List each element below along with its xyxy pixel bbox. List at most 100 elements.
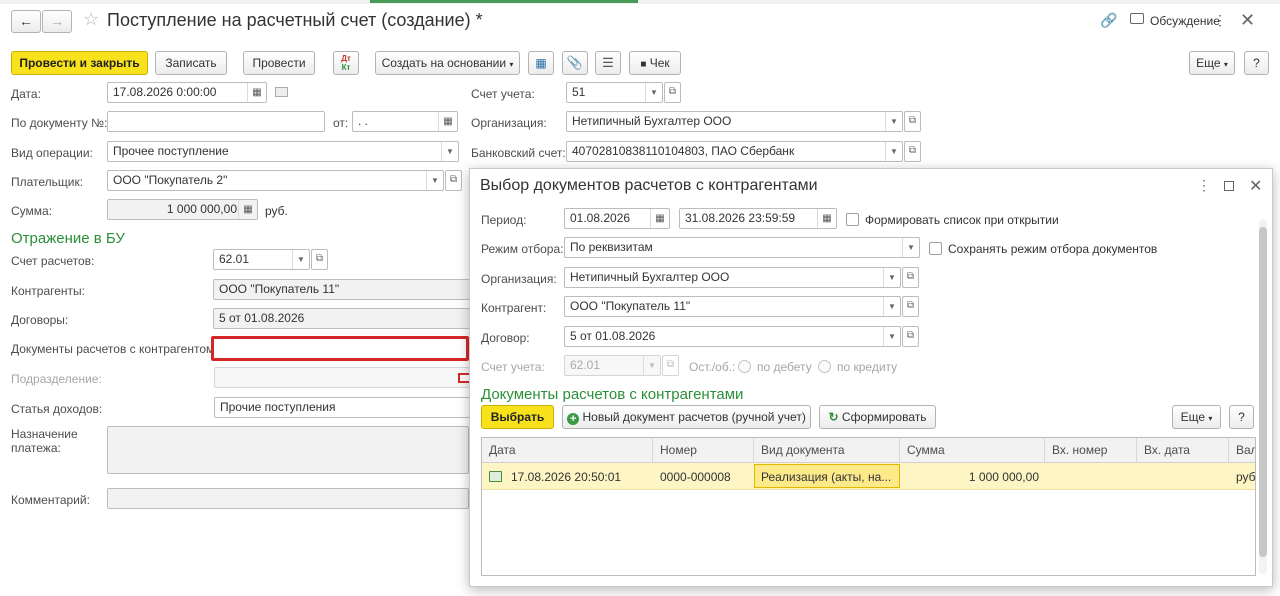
contract-open-icon[interactable]: ⧉ — [902, 326, 919, 347]
bank-account-open-icon[interactable]: ⧉ — [904, 141, 921, 162]
purpose-field[interactable] — [107, 426, 469, 474]
counterparty-field[interactable]: ООО "Покупатель 11" ▼ — [564, 296, 901, 317]
sum-value: 1 000 000,00 — [166, 202, 237, 216]
window-menu-icon[interactable]: ⋮ — [1213, 12, 1227, 29]
dialog-org-open-icon[interactable]: ⧉ — [902, 267, 919, 288]
account-open-icon[interactable]: ⧉ — [664, 82, 681, 103]
favorite-star-icon[interactable]: ☆ — [83, 9, 99, 30]
dialog-menu-icon[interactable]: ⋮ — [1197, 177, 1211, 194]
chevron-down-icon[interactable]: ▼ — [883, 327, 900, 346]
attachment-icon[interactable]: 📎 — [562, 51, 588, 75]
scrollbar-thumb[interactable] — [1259, 227, 1267, 557]
back-button[interactable]: ← — [11, 10, 41, 33]
dialog-help-button[interactable]: ? — [1229, 405, 1254, 429]
chevron-down-icon[interactable]: ▼ — [441, 142, 458, 161]
filter-mode-select[interactable]: По реквизитам ▼ — [564, 237, 920, 258]
forward-button[interactable]: → — [42, 10, 72, 33]
save-filter-checkbox[interactable] — [929, 242, 942, 255]
documents-table: Дата Номер Вид документа Сумма Вх. номер… — [481, 437, 1256, 576]
dialog-close-icon[interactable]: ✕ — [1249, 176, 1262, 196]
counterparty-open-icon[interactable]: ⧉ — [902, 296, 919, 317]
discussion-icon[interactable] — [1130, 13, 1144, 24]
dialog-org-field[interactable]: Нетипичный Бухгалтер ООО ▼ — [564, 267, 901, 288]
settle-account-open-icon[interactable]: ⧉ — [311, 249, 328, 270]
form-on-open-checkbox[interactable] — [846, 213, 859, 226]
chevron-down-icon[interactable]: ▼ — [885, 142, 902, 161]
new-document-button[interactable]: + Новый документ расчетов (ручной учет) — [562, 405, 811, 429]
select-button[interactable]: Выбрать — [481, 405, 554, 429]
counterparties-field[interactable]: ООО "Покупатель 11" — [213, 279, 470, 300]
bank-account-field[interactable]: 40702810838110104803, ПАО Сбербанк ▼ — [566, 141, 903, 162]
column-header[interactable]: Вх. дата — [1137, 438, 1229, 463]
doc-number-field[interactable] — [107, 111, 325, 132]
date-extra-icon[interactable] — [275, 87, 288, 97]
balance-label: Ост./об.: — [689, 360, 736, 374]
calculator-icon[interactable]: ▦ — [238, 200, 257, 219]
account-field[interactable]: 51 ▼ — [566, 82, 663, 103]
discussion-link[interactable]: Обсуждение — [1150, 14, 1220, 28]
dialog-account-open-icon[interactable]: ⧉ — [662, 355, 679, 376]
column-header[interactable]: Дата — [482, 438, 653, 463]
chevron-down-icon[interactable]: ▼ — [883, 297, 900, 316]
calendar-icon[interactable]: ▦ — [817, 209, 836, 228]
row-doc-type[interactable]: Реализация (акты, на... — [754, 464, 900, 488]
post-and-close-button[interactable]: Провести и закрыть — [11, 51, 148, 75]
column-header[interactable]: Вал — [1229, 438, 1255, 463]
contract-field[interactable]: 5 от 01.08.2026 ▼ — [564, 326, 901, 347]
chevron-down-icon[interactable]: ▼ — [292, 250, 309, 269]
dialog-more-button[interactable]: Еще ▾ — [1172, 405, 1221, 429]
payer-open-icon[interactable]: ⧉ — [445, 170, 462, 191]
create-based-on-button[interactable]: Создать на основании ▾ — [375, 51, 520, 75]
division-field[interactable] — [214, 367, 470, 388]
calendar-icon[interactable]: ▦ — [247, 83, 266, 102]
settle-docs-field[interactable] — [211, 336, 469, 361]
dialog-maximize-icon[interactable] — [1224, 181, 1234, 191]
calendar-icon[interactable]: ▦ — [438, 112, 457, 131]
contract-label: Договор: — [481, 331, 530, 345]
dtkt-button[interactable]: Дт Кт — [333, 51, 359, 75]
check-button[interactable]: ■ Чек — [629, 51, 681, 75]
calendar-icon[interactable]: ▦ — [650, 209, 669, 228]
from-date-field[interactable]: . . ▦ — [352, 111, 458, 132]
chevron-down-icon[interactable]: ▼ — [643, 356, 660, 375]
debit-radio[interactable] — [738, 360, 751, 373]
bu-section-title: Отражение в БУ — [11, 230, 125, 247]
credit-radio[interactable] — [818, 360, 831, 373]
period-from-field[interactable]: 01.08.2026 ▦ — [564, 208, 670, 229]
save-button[interactable]: Записать — [155, 51, 227, 75]
operation-select[interactable]: Прочее поступление ▼ — [107, 141, 459, 162]
dialog-scrollbar[interactable] — [1259, 219, 1267, 574]
print-list-icon[interactable]: ☰ — [595, 51, 621, 75]
form-on-open-label: Формировать список при открытии — [865, 213, 1059, 227]
column-header[interactable]: Вх. номер — [1045, 438, 1137, 463]
column-header[interactable]: Сумма — [900, 438, 1045, 463]
income-item-field[interactable]: Прочие поступления — [214, 397, 470, 418]
payer-field[interactable]: ООО "Покупатель 2" ▼ — [107, 170, 444, 191]
post-button[interactable]: Провести — [243, 51, 315, 75]
window-close-icon[interactable]: ✕ — [1240, 10, 1255, 31]
chevron-down-icon[interactable]: ▼ — [426, 171, 443, 190]
sum-field[interactable]: 1 000 000,00 ▦ — [107, 199, 258, 220]
column-header[interactable]: Вид документа — [754, 438, 900, 463]
comment-field[interactable] — [107, 488, 469, 509]
contracts-field[interactable]: 5 от 01.08.2026 — [213, 308, 470, 329]
organization-field[interactable]: Нетипичный Бухгалтер ООО ▼ — [566, 111, 903, 132]
chevron-down-icon[interactable]: ▼ — [885, 112, 902, 131]
link-icon[interactable]: 🔗 — [1100, 12, 1117, 29]
date-field[interactable]: 17.08.2026 0:00:00 ▦ — [107, 82, 267, 103]
settle-account-field[interactable]: 62.01 ▼ — [213, 249, 310, 270]
structure-icon[interactable]: ▦ — [528, 51, 554, 75]
sum-label: Сумма: — [11, 204, 53, 218]
sum-currency: руб. — [265, 204, 288, 218]
table-row[interactable]: 17.08.2026 20:50:01 0000-000008 Реализац… — [482, 463, 1255, 490]
period-to-field[interactable]: 31.08.2026 23:59:59 ▦ — [679, 208, 837, 229]
chevron-down-icon[interactable]: ▼ — [645, 83, 662, 102]
chevron-down-icon[interactable]: ▼ — [883, 268, 900, 287]
help-button[interactable]: ? — [1244, 51, 1269, 75]
form-list-button[interactable]: ↻ Сформировать — [819, 405, 936, 429]
chevron-down-icon[interactable]: ▼ — [902, 238, 919, 257]
dialog-account-field[interactable]: 62.01 ▼ — [564, 355, 661, 376]
column-header[interactable]: Номер — [653, 438, 754, 463]
organization-open-icon[interactable]: ⧉ — [904, 111, 921, 132]
more-button[interactable]: Еще ▾ — [1189, 51, 1235, 75]
